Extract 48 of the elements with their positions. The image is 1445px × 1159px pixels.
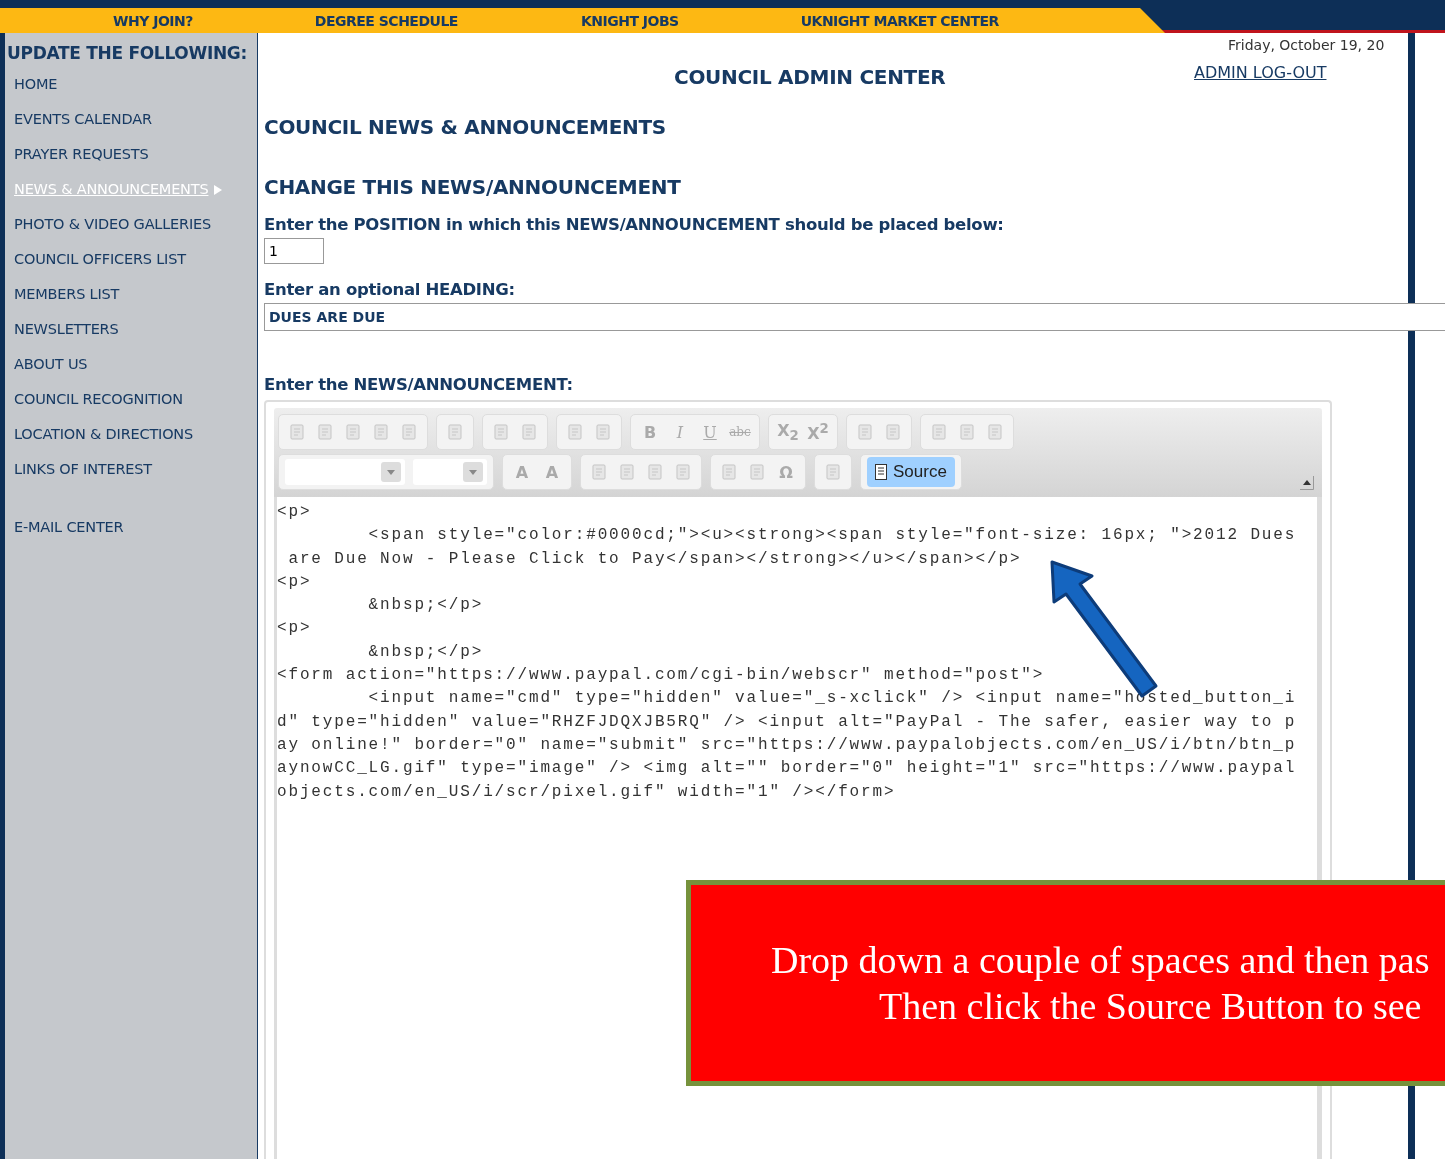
- heading-field[interactable]: DUES ARE DUE: [264, 303, 1445, 331]
- nav-link[interactable]: DEGREE SCHEDULE: [314, 12, 458, 29]
- code-line: are Due Now - Please Click to Pay</span></strong></u></span></p>: [287, 548, 1023, 570]
- sidebar-item[interactable]: LOCATION & DIRECTIONS: [5, 417, 257, 452]
- sidebar-item[interactable]: EVENTS CALENDAR: [5, 102, 257, 137]
- field-label: Enter the NEWS/ANNOUNCEMENT:: [264, 375, 574, 394]
- sidebar-item[interactable]: NEWSLETTERS: [5, 312, 257, 347]
- code-line: <p>: [277, 618, 313, 640]
- pointer-icon: [214, 184, 223, 195]
- page-title: COUNCIL ADMIN CENTER: [674, 65, 946, 89]
- sidebar-item[interactable]: PHOTO & VIDEO GALLERIES: [5, 207, 257, 242]
- nav-link[interactable]: KNIGHT JOBS: [580, 12, 679, 29]
- sidebar-item[interactable]: E-MAIL CENTER: [5, 510, 257, 545]
- section-title: COUNCIL NEWS & ANNOUNCEMENTS: [264, 115, 667, 139]
- code-line: objects.com/en_US/i/scr/pixel.gif" width="1" /></form>: [277, 781, 897, 803]
- toolbar-dropdown[interactable]: [285, 459, 405, 485]
- position-field[interactable]: 1: [264, 238, 324, 264]
- field-label: Enter an optional HEADING:: [264, 280, 516, 299]
- code-line: &nbsp;</p>: [367, 641, 485, 663]
- sidebar-item[interactable]: LINKS OF INTEREST: [5, 452, 257, 487]
- code-line: <form action="https://www.paypal.com/cgi-bin/webscr" method="post">: [277, 665, 1046, 687]
- sidebar-title: UPDATE THE FOLLOWING:: [7, 43, 249, 63]
- code-line: <p>: [277, 571, 313, 593]
- code-line: ay online!" border="0" name="submit" src="https://www.paypalobjects.com/en_US/i/btn/btn_p: [277, 734, 1298, 756]
- collapse-icon[interactable]: [1300, 476, 1314, 490]
- sidebar-item[interactable]: HOME: [5, 67, 257, 102]
- callout-text: Drop down a couple of spaces and then pas: [770, 938, 1431, 983]
- field-label: Enter the POSITION in which this NEWS/ANNOUNCEMENT should be placed below:: [264, 215, 1005, 234]
- sidebar-item[interactable]: MEMBERS LIST: [5, 277, 257, 312]
- nav-link[interactable]: WHY JOIN?: [113, 12, 193, 29]
- code-line: &nbsp;</p>: [367, 595, 485, 617]
- document-icon: [875, 464, 887, 480]
- code-line: <span style="color:#0000cd;"><u><strong><span style="font-size: 16px; ">2012 Dues: [367, 525, 1298, 547]
- sidebar-item[interactable]: PRAYER REQUESTS: [5, 137, 257, 172]
- sidebar-item[interactable]: COUNCIL RECOGNITION: [5, 382, 257, 417]
- code-line: <input name="cmd" type="hidden" value="_s-xclick" /> <input name="hosted_button_i: [367, 688, 1298, 710]
- sidebar-item[interactable]: COUNCIL OFFICERS LIST: [5, 242, 257, 277]
- source-button[interactable]: Source: [867, 457, 955, 487]
- sidebar-item[interactable]: ABOUT US: [5, 347, 257, 382]
- logout-link[interactable]: ADMIN LOG-OUT: [1194, 63, 1327, 82]
- code-line: aynowCC_LG.gif" type="image" /> <img alt="" border="0" height="1" src="https://www.paypal: [277, 758, 1298, 780]
- toolbar-dropdown[interactable]: [413, 459, 487, 485]
- form-title: CHANGE THIS NEWS/ANNOUNCEMENT: [264, 175, 682, 199]
- nav-link[interactable]: UKNIGHT MARKET CENTER: [800, 12, 999, 29]
- code-line: <p>: [277, 502, 313, 523]
- callout-text: Then click the Source Button to see: [878, 984, 1423, 1029]
- date-text: Friday, October 19, 20: [1228, 37, 1385, 53]
- code-line: d" type="hidden" value="RHZFJDQXJB5RQ" /> <input alt="PayPal - The safer, easier way to p: [277, 711, 1298, 733]
